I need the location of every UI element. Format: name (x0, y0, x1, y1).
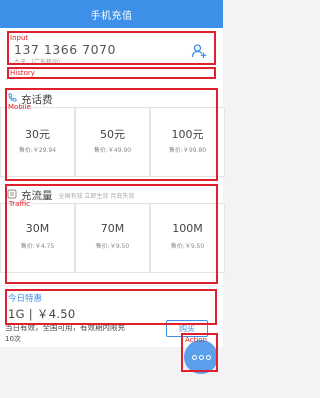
traffic-note: 全国有效 立即生效 月底失效 (58, 193, 135, 200)
card-price: 售价:￥29.94 (18, 147, 57, 154)
phone-icon (7, 93, 17, 106)
mobile-header: 充话费 (7, 92, 53, 107)
today-title: 今日特惠 (8, 294, 43, 304)
more-icon (191, 354, 197, 360)
traffic-card-70m[interactable]: 70M 售价:￥9.50 (75, 203, 150, 273)
add-contact-icon[interactable] (191, 43, 207, 59)
card-amount: 100M (172, 222, 203, 235)
mobile-card-50[interactable]: 50元 售价:￥49.90 (75, 107, 150, 177)
card-price: 售价:￥9.50 (95, 243, 130, 250)
traffic-card-30m[interactable]: 30M 售价:￥4.75 (0, 203, 75, 273)
traffic-icon (7, 189, 17, 202)
deal-limit: 10次 (5, 335, 21, 343)
card-price: 售价:￥4.75 (20, 243, 55, 250)
buy-button[interactable]: 购买 (166, 320, 208, 337)
mobile-title: 充话费 (21, 94, 53, 106)
card-price: 售价:￥99.80 (168, 147, 207, 154)
card-amount: 30元 (25, 128, 50, 141)
card-amount: 70M (100, 222, 125, 235)
phone-input[interactable]: 137 1366 7070 (14, 42, 116, 57)
card-price: 售价:￥49.90 (93, 147, 132, 154)
mobile-card-100[interactable]: 100元 售价:￥99.80 (150, 107, 225, 177)
mobile-section: 充话费 30元 售价:￥29.94 50元 售价:￥49.90 100元 售价:… (0, 88, 225, 184)
more-icon-dot (205, 354, 211, 360)
page-title: 手机充值 (90, 10, 133, 22)
more-actions-button[interactable] (184, 340, 218, 374)
today-header: 今日特惠 (8, 292, 42, 304)
traffic-title: 充流量 (21, 190, 53, 202)
deal-description: 当日有效，全国可用，有效期内限充 (5, 323, 125, 332)
traffic-card-100m[interactable]: 100M 售价:￥9.50 (150, 203, 225, 273)
traffic-header: 充流量 全国有效 立即生效 月底失效 (7, 188, 134, 203)
card-amount: 100元 (171, 128, 204, 141)
mobile-card-30[interactable]: 30元 售价:￥29.94 (0, 107, 75, 177)
phone-carrier: 九子 （广东移动） (14, 59, 64, 66)
card-amount: 50元 (100, 128, 125, 141)
mobile-cards: 30元 售价:￥29.94 50元 售价:￥49.90 100元 售价:￥99.… (0, 107, 225, 177)
traffic-section: 充流量 全国有效 立即生效 月底失效 30M 售价:￥4.75 70M 售价:￥… (0, 185, 225, 285)
card-amount: 30M (25, 222, 50, 235)
card-price: 售价:￥9.50 (170, 243, 205, 250)
traffic-cards: 30M 售价:￥4.75 70M 售价:￥9.50 100M 售价:￥9.50 (0, 203, 225, 273)
deal-price: 1G | ￥4.50 (8, 307, 76, 321)
title-bar: 手机充值 (0, 0, 223, 28)
more-icon-dot (198, 354, 204, 360)
